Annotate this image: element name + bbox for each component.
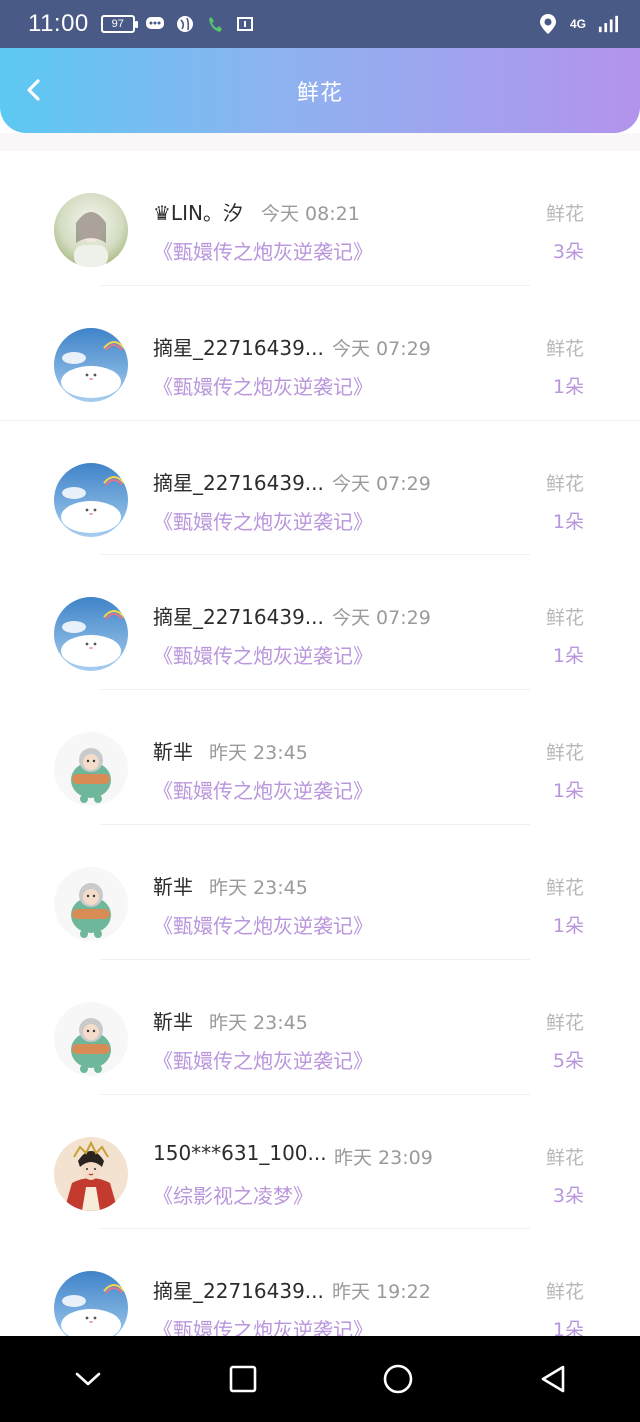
record-time: 今天 07:29 <box>332 337 431 360</box>
user-name[interactable]: 摘星_22716439... <box>153 467 324 496</box>
avatar[interactable] <box>54 1136 128 1211</box>
gift-count: 5朵 <box>552 1049 584 1072</box>
chat-icon <box>145 14 165 34</box>
gift-count: 1朵 <box>552 1319 584 1336</box>
gift-record-item[interactable]: 摘星_22716439... 今天 07:29 《甄嬛传之炮灰逆袭记》 鲜花 1朵 <box>0 286 640 421</box>
avatar[interactable] <box>54 1001 128 1076</box>
book-title-link[interactable]: 《甄嬛传之炮灰逆袭记》 <box>153 775 373 804</box>
gift-record-item[interactable]: 摘星_22716439... 昨天 19:22 《甄嬛传之炮灰逆袭记》 鲜花 1朵 <box>0 1229 640 1336</box>
location-icon <box>538 14 558 34</box>
gift-type-label: 鲜花 <box>545 203 584 225</box>
record-time: 昨天 19:22 <box>332 1281 431 1304</box>
avatar[interactable] <box>54 597 128 672</box>
gift-count: 1朵 <box>552 914 584 937</box>
gift-count: 1朵 <box>552 645 584 668</box>
record-time: 今天 07:29 <box>332 472 431 495</box>
user-name[interactable]: 靳芈 <box>153 871 193 900</box>
gift-record-item[interactable]: 靳芈 昨天 23:45 《甄嬛传之炮灰逆袭记》 鲜花 1朵 <box>0 825 640 960</box>
battery-icon: 97 <box>100 15 138 33</box>
system-nav-bar <box>0 1336 640 1422</box>
record-time: 昨天 23:45 <box>209 876 308 899</box>
gift-record-item[interactable]: 靳芈 昨天 23:45 《甄嬛传之炮灰逆袭记》 鲜花 1朵 <box>0 690 640 825</box>
chevron-down-icon <box>75 1372 100 1386</box>
status-bar: 11:00 97 4G <box>0 0 640 48</box>
gift-count: 3朵 <box>552 1184 584 1207</box>
gift-type-label: 鲜花 <box>545 742 584 765</box>
book-title-link[interactable]: 《甄嬛传之炮灰逆袭记》 <box>153 910 373 939</box>
app-header: 鲜花 <box>0 48 640 133</box>
gift-type-label: 鲜花 <box>545 472 584 495</box>
status-icons-left: 97 <box>100 14 255 34</box>
gift-record-item[interactable]: 150***631_100... 昨天 23:09 《综影视之凌梦》 鲜花 3朵 <box>0 1095 640 1230</box>
gift-count: 1朵 <box>552 375 584 398</box>
gift-type-label: 鲜花 <box>545 1011 584 1034</box>
nav-recents-button[interactable] <box>213 1349 273 1409</box>
book-title-link[interactable]: 《甄嬛传之炮灰逆袭记》 <box>153 236 373 265</box>
avatar[interactable] <box>54 327 128 402</box>
book-title-link[interactable]: 《甄嬛传之炮灰逆袭记》 <box>153 506 373 535</box>
square-icon <box>229 1365 256 1393</box>
gift-record-item[interactable]: 摘星_22716439... 今天 07:29 《甄嬛传之炮灰逆袭记》 鲜花 1朵 <box>0 555 640 691</box>
gift-record-item[interactable]: 摘星_22716439... 今天 07:29 《甄嬛传之炮灰逆袭记》 鲜花 1朵 <box>0 421 640 556</box>
gift-type-label: 鲜花 <box>545 607 584 630</box>
user-name[interactable]: 摘星_22716439... <box>153 601 324 630</box>
chevron-left-icon <box>27 79 40 101</box>
book-title-link[interactable]: 《甄嬛传之炮灰逆袭记》 <box>153 1314 373 1336</box>
status-icons-right: 4G <box>538 14 618 34</box>
gift-count: 1朵 <box>552 510 584 533</box>
gift-type-label: 鲜花 <box>545 1146 584 1169</box>
record-time: 昨天 23:09 <box>334 1146 433 1169</box>
user-name[interactable]: 靳芈 <box>153 736 193 765</box>
gift-record-item[interactable]: 靳芈 昨天 23:45 《甄嬛传之炮灰逆袭记》 鲜花 5朵 <box>0 960 640 1095</box>
user-name[interactable]: 摘星_22716439... <box>153 1275 324 1304</box>
circle-icon <box>383 1364 412 1394</box>
record-time: 今天 07:29 <box>332 607 431 630</box>
network-type: 4G <box>569 17 586 31</box>
signal-icon <box>598 14 618 34</box>
nav-home-button[interactable] <box>368 1349 428 1409</box>
status-time: 11:00 <box>28 10 89 37</box>
user-name[interactable]: 150***631_100... <box>153 1141 327 1165</box>
gift-type-label: 鲜花 <box>545 876 584 899</box>
gift-record-list[interactable]: ♛LIN。汐 今天 08:21 《甄嬛传之炮灰逆袭记》 鲜花 3朵 摘星_22716439… <box>0 151 640 1336</box>
gift-type-label: 鲜花 <box>545 1281 584 1304</box>
avatar[interactable] <box>54 193 128 267</box>
avatar[interactable] <box>54 1271 128 1336</box>
record-time: 昨天 23:45 <box>209 742 308 765</box>
gift-record-item[interactable]: ♛LIN。汐 今天 08:21 《甄嬛传之炮灰逆袭记》 鲜花 3朵 <box>0 151 640 286</box>
back-button[interactable] <box>16 72 52 108</box>
user-name[interactable]: 摘星_22716439... <box>153 332 324 361</box>
screenshot-icon <box>235 14 255 34</box>
phone-icon <box>205 14 225 34</box>
avatar[interactable] <box>54 462 128 537</box>
avatar[interactable] <box>54 732 128 807</box>
record-time: 今天 08:21 <box>261 203 360 225</box>
gift-count: 3朵 <box>552 241 584 263</box>
book-title-link[interactable]: 《甄嬛传之炮灰逆袭记》 <box>153 640 373 669</box>
nav-collapse-button[interactable] <box>58 1349 118 1409</box>
gift-count: 1朵 <box>552 780 584 803</box>
triangle-back-icon <box>541 1365 564 1393</box>
gift-type-label: 鲜花 <box>545 337 584 360</box>
book-title-link[interactable]: 《综影视之凌梦》 <box>153 1180 313 1209</box>
avatar[interactable] <box>54 866 128 941</box>
user-name[interactable]: ♛LIN。汐 <box>153 197 243 226</box>
globe-icon <box>175 14 195 34</box>
page-title: 鲜花 <box>296 80 343 106</box>
nav-back-button[interactable] <box>523 1349 583 1409</box>
user-name[interactable]: 靳芈 <box>153 1006 193 1035</box>
record-time: 昨天 23:45 <box>209 1011 308 1034</box>
book-title-link[interactable]: 《甄嬛传之炮灰逆袭记》 <box>153 371 373 400</box>
book-title-link[interactable]: 《甄嬛传之炮灰逆袭记》 <box>153 1045 373 1074</box>
header-spacer <box>0 133 640 151</box>
